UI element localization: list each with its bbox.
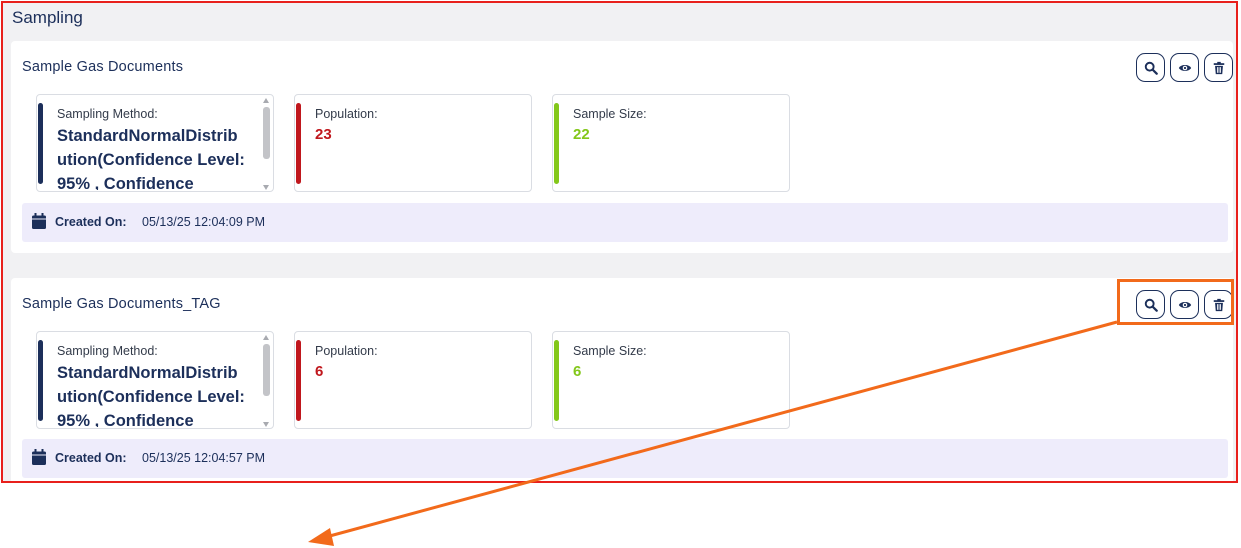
created-on-label: Created On: — [55, 215, 127, 229]
annotation-highlight-box — [1117, 279, 1234, 325]
population-label: Population: — [315, 344, 378, 358]
eye-icon — [1178, 64, 1191, 71]
scroll-thumb[interactable] — [263, 107, 270, 159]
scroll-up-arrow[interactable] — [263, 98, 269, 103]
calendar-icon — [32, 213, 46, 229]
card-title: Sample Gas Documents — [22, 59, 184, 75]
sampling-panel: Sampling Sample Gas Documents Sampling M… — [1, 1, 1238, 483]
page-title: Sampling — [12, 8, 83, 27]
method-value: StandardNormalDistribution(Confidence Le… — [57, 364, 245, 427]
created-on-label: Created On: — [55, 451, 127, 465]
method-accent-bar — [38, 103, 43, 184]
scroll-thumb[interactable] — [263, 344, 270, 396]
population-label: Population: — [315, 107, 378, 121]
search-icon — [1144, 61, 1158, 75]
sample-size-label: Sample Size: — [573, 344, 647, 358]
method-label: Sampling Method: — [57, 107, 158, 121]
scroll-down-arrow[interactable] — [263, 422, 269, 427]
method-label: Sampling Method: — [57, 344, 158, 358]
created-on-value: 05/13/25 12:04:57 PM — [142, 451, 266, 465]
created-on-row: Created On: 05/13/25 12:04:09 PM — [22, 203, 1228, 242]
population-value: 6 — [315, 363, 324, 380]
scroll-down-arrow[interactable] — [263, 185, 269, 190]
sampling-card: Sample Gas Documents Sampling Method: St… — [11, 41, 1233, 253]
created-on-row: Created On: 05/13/25 12:04:57 PM — [22, 439, 1228, 478]
sample-size-tile: Sample Size: 6 — [552, 331, 790, 429]
method-value: StandardNormalDistribution(Confidence Le… — [57, 127, 245, 190]
sampling-card: Sample Gas Documents_TAG Sampling Method… — [11, 278, 1233, 481]
delete-button[interactable] — [1204, 53, 1233, 82]
search-button[interactable] — [1136, 53, 1165, 82]
card-actions — [1136, 53, 1233, 82]
sample-size-accent-bar — [554, 103, 559, 184]
sample-size-tile: Sample Size: 22 — [552, 94, 790, 192]
sample-size-value: 22 — [573, 126, 590, 143]
population-accent-bar — [296, 340, 301, 421]
population-tile: Population: 6 — [294, 331, 532, 429]
sample-size-label: Sample Size: — [573, 107, 647, 121]
population-accent-bar — [296, 103, 301, 184]
method-scrollbar[interactable] — [262, 98, 271, 190]
card-title: Sample Gas Documents_TAG — [22, 296, 221, 312]
method-accent-bar — [38, 340, 43, 421]
sampling-method-tile: Sampling Method: StandardNormalDistribut… — [36, 331, 274, 429]
view-button[interactable] — [1170, 53, 1199, 82]
method-scrollbar[interactable] — [262, 335, 271, 427]
sample-size-value: 6 — [573, 363, 582, 380]
trash-icon — [1213, 61, 1224, 74]
sampling-method-tile: Sampling Method: StandardNormalDistribut… — [36, 94, 274, 192]
sample-size-accent-bar — [554, 340, 559, 421]
calendar-icon — [32, 449, 46, 465]
scroll-up-arrow[interactable] — [263, 335, 269, 340]
population-tile: Population: 23 — [294, 94, 532, 192]
created-on-value: 05/13/25 12:04:09 PM — [142, 215, 266, 229]
population-value: 23 — [315, 126, 332, 143]
